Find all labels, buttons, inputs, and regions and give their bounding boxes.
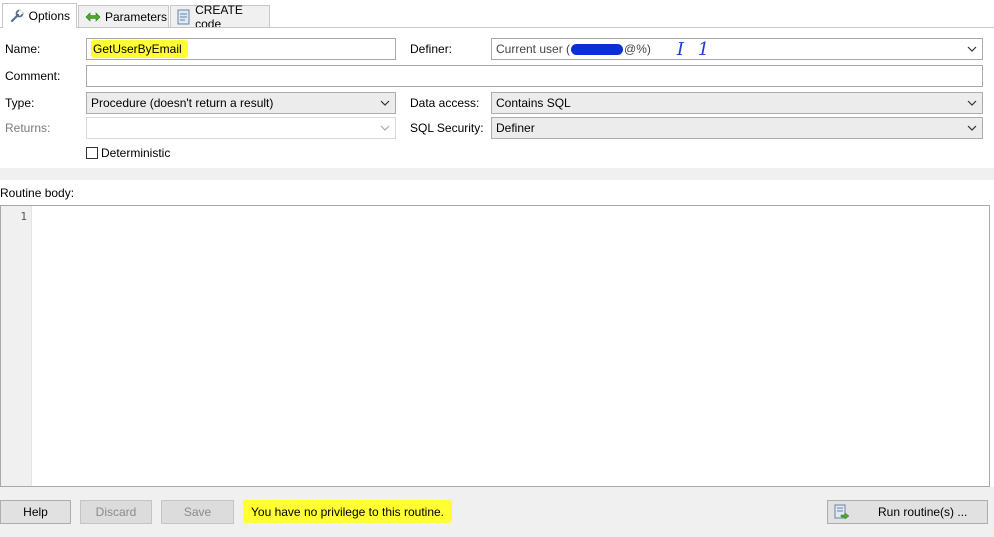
comment-label: Comment: [5, 69, 61, 83]
type-combo[interactable]: Procedure (doesn't return a result) [86, 92, 396, 114]
definer-value-prefix: Current user ( [496, 42, 571, 56]
handwritten-annotation: I 1 [676, 38, 714, 60]
name-value: GetUserByEmail [91, 40, 188, 58]
section-separator [0, 168, 994, 180]
deterministic-checkbox-row[interactable]: Deterministic [86, 146, 170, 160]
save-button[interactable]: Save [161, 500, 234, 524]
sql-security-value: Definer [496, 121, 535, 135]
definer-value-suffix: @%) [624, 42, 651, 56]
help-button[interactable]: Help [0, 500, 71, 524]
returns-label: Returns: [5, 121, 51, 135]
document-code-icon [177, 9, 191, 25]
type-value: Procedure (doesn't return a result) [91, 96, 274, 110]
sql-security-combo[interactable]: Definer [491, 117, 983, 139]
data-access-combo[interactable]: Contains SQL [491, 92, 983, 114]
tab-options[interactable]: Options [2, 3, 77, 28]
data-access-value: Contains SQL [496, 96, 571, 110]
definer-label: Definer: [410, 42, 453, 56]
type-label: Type: [5, 96, 35, 110]
chevron-down-icon [380, 122, 390, 134]
definer-combo[interactable]: Current user ( @%) I 1 [491, 38, 983, 60]
returns-combo[interactable] [86, 117, 396, 139]
arrows-icon [85, 9, 101, 25]
tab-strip-line [0, 27, 994, 28]
run-routine-label: Run routine(s) ... [878, 505, 968, 519]
name-label: Name: [5, 42, 41, 56]
tab-create-code[interactable]: CREATE code [170, 3, 270, 31]
discard-button[interactable]: Discard [80, 500, 152, 524]
deterministic-label: Deterministic [101, 146, 171, 160]
tab-label: Options [28, 9, 70, 23]
chevron-down-icon [967, 43, 977, 55]
status-message-text: You have no privilege to this routine. [251, 504, 445, 519]
chevron-down-icon [967, 97, 977, 109]
status-message: You have no privilege to this routine. [243, 500, 453, 523]
options-panel: Name: GetUserByEmail Definer: Current us… [0, 28, 989, 169]
routine-body-editor[interactable]: 1 [0, 205, 990, 487]
wrench-icon [9, 8, 25, 24]
redacted-username [571, 43, 624, 55]
name-field[interactable]: GetUserByEmail [86, 38, 396, 60]
run-routine-button[interactable]: Run routine(s) ... [827, 500, 988, 524]
run-routine-icon [834, 504, 850, 520]
sql-security-label: SQL Security: [410, 121, 484, 135]
comment-field[interactable] [86, 65, 983, 87]
chevron-down-icon [380, 97, 390, 109]
chevron-down-icon [967, 122, 977, 134]
data-access-label: Data access: [410, 96, 480, 110]
deterministic-checkbox[interactable] [86, 147, 98, 159]
tab-label: Parameters [105, 9, 168, 24]
tab-parameters[interactable]: Parameters [78, 5, 169, 27]
line-number-gutter: 1 [1, 206, 32, 486]
code-area[interactable] [37, 210, 985, 482]
line-number: 1 [20, 210, 27, 223]
routine-body-label: Routine body: [0, 186, 75, 200]
